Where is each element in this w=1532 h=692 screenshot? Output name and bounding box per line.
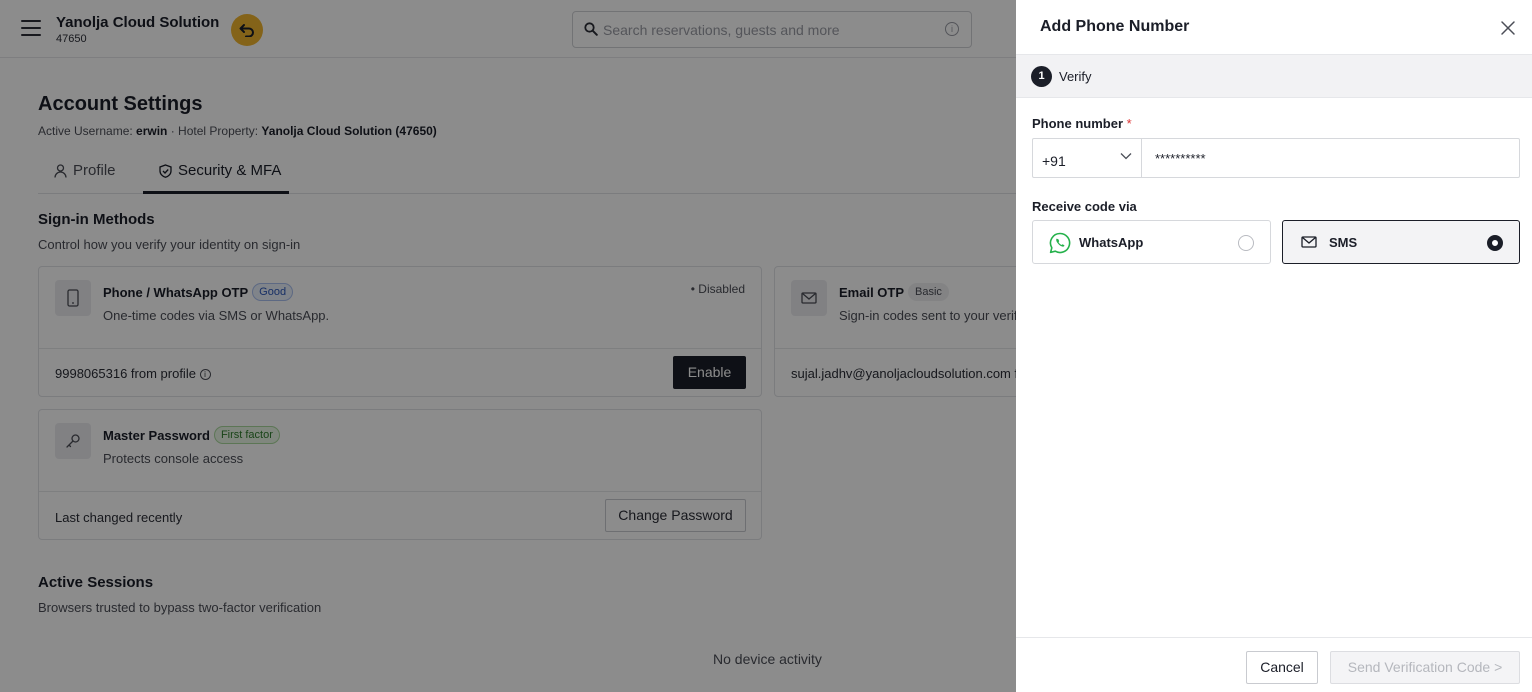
whatsapp-label: WhatsApp [1079,235,1144,250]
step-label: Verify [1059,69,1092,84]
receive-code-label: Receive code via [1032,199,1137,214]
drawer-footer: Cancel Send Verification Code > [1016,637,1532,692]
whatsapp-radio[interactable] [1238,235,1254,251]
stepper: 1 Verify [1016,54,1532,98]
sms-label: SMS [1329,235,1358,250]
modal-overlay[interactable] [0,0,1016,692]
whatsapp-option[interactable]: WhatsApp [1032,220,1271,264]
cancel-button[interactable]: Cancel [1246,651,1318,684]
phone-number-field: +91 [1032,138,1520,178]
sms-option[interactable]: SMS [1282,220,1520,264]
drawer-title: Add Phone Number [1040,18,1190,35]
chevron-down-icon [1120,153,1132,160]
mail-icon [1301,236,1317,248]
add-phone-drawer: Add Phone Number 1 Verify Phone number *… [1016,0,1532,692]
whatsapp-icon [1049,232,1071,254]
step-number: 1 [1031,66,1052,87]
country-code-select[interactable]: +91 [1033,139,1142,177]
send-verification-code-button[interactable]: Send Verification Code > [1330,651,1520,684]
country-code-value: +91 [1042,153,1066,169]
phone-number-input[interactable] [1143,139,1519,177]
sms-radio[interactable] [1487,235,1503,251]
phone-number-label: Phone number * [1032,116,1132,131]
close-icon[interactable] [1500,20,1516,36]
